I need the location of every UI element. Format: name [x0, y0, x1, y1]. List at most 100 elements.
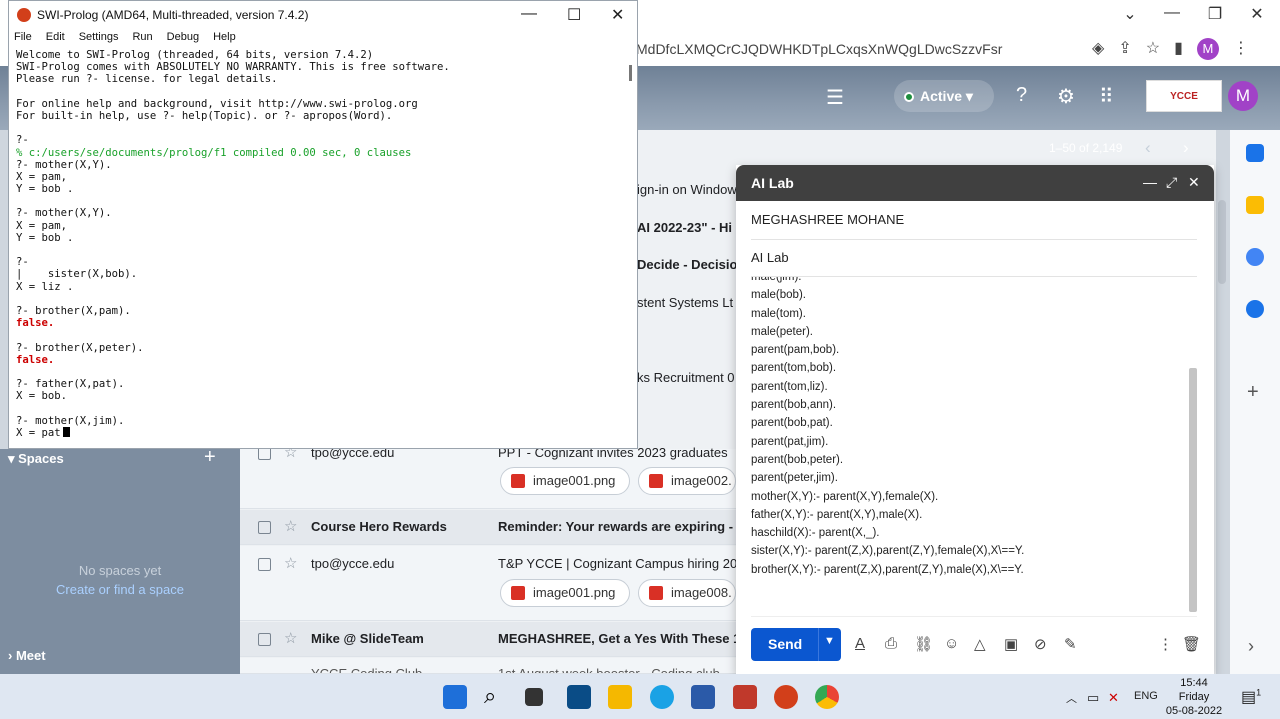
more-options-icon[interactable]: ⋮ — [1158, 635, 1173, 653]
expand-panel-icon[interactable]: › — [1248, 636, 1254, 657]
mail-snippet[interactable]: ign-in on Window — [637, 182, 737, 197]
task-view-icon[interactable] — [525, 688, 543, 706]
volume-muted-icon[interactable]: ✕ — [1108, 690, 1119, 706]
add-addon-icon[interactable]: + — [1247, 381, 1259, 404]
prolog-titlebar[interactable]: SWI-Prolog (AMD64, Multi-threaded, versi… — [9, 1, 637, 31]
schedule-send-icon[interactable]: ▼ — [824, 635, 835, 647]
network-icon[interactable]: ▭ — [1087, 690, 1099, 706]
search-options-icon[interactable]: ☰ — [826, 85, 844, 110]
clock[interactable]: 15:44 Friday 05-08-2022 — [1162, 676, 1226, 718]
menu-debug[interactable]: Debug — [167, 31, 199, 47]
fullscreen-icon[interactable]: ⤢ — [1166, 174, 1177, 191]
attachment-chip[interactable]: image008. — [638, 579, 736, 607]
signature-icon[interactable]: ✎ — [1064, 635, 1077, 653]
drive-icon[interactable]: △ — [974, 635, 986, 653]
mail-snippet[interactable]: Decide - Decisio — [637, 257, 737, 272]
subject-field[interactable]: AI Lab — [751, 250, 789, 265]
body-line: parent(bob,peter). — [751, 453, 844, 466]
spaces-section[interactable]: ▾ Spaces — [8, 451, 64, 467]
contacts-icon[interactable] — [1246, 300, 1264, 318]
start-icon[interactable] — [443, 685, 467, 709]
gear-icon[interactable]: ⚙ — [1057, 84, 1075, 109]
apps-grid-icon[interactable]: ⠿ — [1099, 84, 1114, 109]
profile-avatar[interactable]: M — [1196, 38, 1219, 60]
search-icon[interactable]: ⌕ — [484, 685, 508, 709]
menu-edit[interactable]: Edit — [46, 31, 65, 47]
trash-icon[interactable]: 🗑 — [1182, 635, 1201, 653]
table-row[interactable]: ☆ Mike @ SlideTeam MEGHASHREE, Get a Yes… — [240, 622, 736, 657]
close-button[interactable]: ✕ — [1245, 4, 1269, 24]
close-button[interactable]: ✕ — [611, 5, 624, 25]
maximize-button[interactable]: ☐ — [567, 5, 581, 25]
attachment-chip[interactable]: image001.png — [500, 467, 630, 495]
keep-icon[interactable] — [1246, 196, 1264, 214]
swi-prolog-taskbar-icon[interactable] — [774, 685, 798, 709]
account-avatar[interactable]: M — [1228, 81, 1258, 111]
attach-icon[interactable]: ⎙ — [885, 635, 897, 652]
menu-run[interactable]: Run — [132, 31, 152, 47]
recipient-field[interactable]: MEGHASHREE MOHANE — [751, 212, 904, 227]
help-icon[interactable]: ? — [1016, 84, 1027, 107]
edge-icon[interactable] — [650, 685, 674, 709]
meet-section[interactable]: › Meet — [8, 648, 46, 663]
minimize-button[interactable]: — — [521, 5, 537, 23]
restore-button[interactable]: ❐ — [1203, 4, 1227, 24]
side-panel-icon[interactable]: ▮ — [1174, 38, 1183, 60]
eye-icon[interactable]: ◈ — [1092, 38, 1104, 60]
scrollbar[interactable] — [1189, 368, 1197, 612]
photo-icon[interactable]: ▣ — [1004, 635, 1018, 653]
link-icon[interactable]: ⛓ — [914, 635, 933, 653]
mail-subject: MEGHASHREE, Get a Yes With These 1: — [498, 631, 736, 646]
attachment-chip[interactable]: image001.png — [500, 579, 630, 607]
minimize-button[interactable]: — — [1160, 4, 1184, 22]
file-explorer-icon[interactable] — [608, 685, 632, 709]
star-icon[interactable]: ☆ — [284, 629, 297, 647]
chrome-icon[interactable] — [815, 685, 839, 709]
star-icon[interactable]: ☆ — [284, 517, 297, 535]
menu-settings[interactable]: Settings — [79, 31, 119, 47]
calendar-icon[interactable] — [1246, 144, 1264, 162]
body-line: parent(bob,pat). — [751, 417, 833, 430]
tasks-icon[interactable] — [1246, 248, 1264, 266]
emoji-icon[interactable]: ☺ — [944, 635, 959, 652]
chevron-down-icon[interactable]: ⌄ — [1118, 4, 1142, 24]
chevron-left-icon[interactable]: ‹ — [1145, 138, 1151, 158]
confidential-icon[interactable]: ⊘ — [1034, 635, 1047, 653]
language-indicator[interactable]: ENG — [1134, 690, 1158, 702]
table-row[interactable]: ☆ Course Hero Rewards Reminder: Your rew… — [240, 510, 736, 545]
menu-help[interactable]: Help — [213, 31, 236, 47]
scrollbar[interactable] — [629, 65, 632, 81]
create-space-link[interactable]: Create or find a space — [0, 582, 240, 597]
status-dropdown[interactable]: Active ▾ — [894, 80, 994, 112]
scrollbar[interactable] — [1218, 200, 1226, 284]
row-checkbox[interactable] — [258, 521, 271, 534]
notification-icon[interactable]: ▤1 — [1241, 687, 1261, 707]
formatting-icon[interactable]: A — [855, 635, 865, 652]
kebab-menu-icon[interactable]: ⋮ — [1233, 38, 1249, 60]
organization-logo[interactable]: YCCE — [1146, 80, 1222, 112]
row-checkbox[interactable] — [258, 633, 271, 646]
app-icon[interactable] — [733, 685, 757, 709]
close-icon[interactable]: ✕ — [1188, 174, 1200, 191]
chevron-up-icon[interactable]: ︿ — [1066, 690, 1077, 706]
mail-snippet[interactable]: stent Systems Lt — [637, 295, 733, 310]
prolog-console[interactable]: Welcome to SWI-Prolog (threaded, 64 bits… — [9, 47, 629, 447]
widgets-icon[interactable] — [567, 685, 591, 709]
table-row[interactable]: YCCE Coding Club 1st August week booster… — [240, 658, 736, 674]
minimize-icon[interactable]: — — [1143, 174, 1157, 190]
mail-snippet[interactable]: AI 2022-23" - Hi — [637, 220, 732, 235]
store-icon[interactable] — [691, 685, 715, 709]
message-body[interactable]: male(jim). male(bob). male(tom). male(peter… — [751, 277, 1191, 607]
attachment-chip[interactable]: image002. — [638, 467, 736, 495]
bookmark-star-icon[interactable]: ☆ — [1146, 38, 1160, 60]
add-space-icon[interactable]: + — [204, 446, 216, 469]
row-checkbox[interactable] — [258, 558, 271, 571]
share-icon[interactable]: ⇪ — [1118, 38, 1131, 60]
star-icon[interactable]: ☆ — [284, 554, 297, 572]
chevron-right-icon[interactable]: › — [1183, 138, 1189, 158]
body-line: male(tom). — [751, 307, 806, 320]
menu-file[interactable]: File — [14, 31, 32, 47]
mail-snippet[interactable]: ks Recruitment 0 — [637, 370, 735, 385]
mail-sender: tpo@ycce.edu — [311, 556, 395, 571]
